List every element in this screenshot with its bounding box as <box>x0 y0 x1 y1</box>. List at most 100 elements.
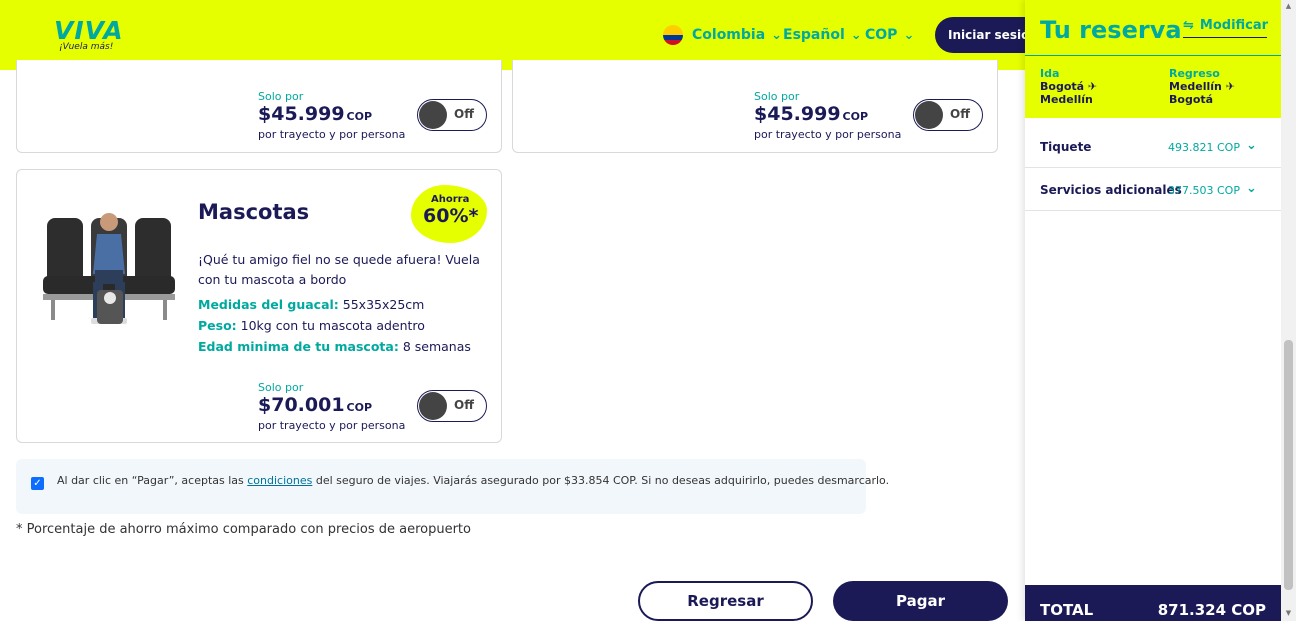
outbound-leg: Ida Bogotá ✈ Medellín <box>1040 67 1097 106</box>
spec-key: Medidas del guacal: <box>198 297 339 312</box>
toggle-knob <box>915 101 943 129</box>
leg-to: Bogotá <box>1169 93 1214 106</box>
price-block: Solo por $45.999 COP por trayecto y por p… <box>754 90 902 142</box>
badge-line2: 60%* <box>423 205 479 227</box>
toggle-knob <box>419 101 447 129</box>
solo-label: Solo por <box>754 90 800 103</box>
page-scrollbar[interactable]: ▲ ▼ <box>1281 0 1296 621</box>
modify-link[interactable]: ⇋ Modificar <box>1183 18 1269 38</box>
colombia-flag-icon <box>663 25 683 45</box>
price-amount: $70.001 <box>258 394 345 416</box>
price-value: $70.001 COP <box>258 394 405 419</box>
consent-text-before: Al dar clic en “Pagar”, aceptas las <box>57 474 244 487</box>
chevron-down-icon: ⌄ <box>903 27 915 43</box>
scroll-up-icon[interactable]: ▲ <box>1284 2 1293 10</box>
leg-label: Regreso <box>1169 67 1220 80</box>
price-amount: $45.999 <box>754 103 841 125</box>
per-label: por trayecto y por persona <box>258 419 406 432</box>
scroll-down-icon[interactable]: ▼ <box>1284 609 1293 617</box>
plane-icon: ✈ <box>1225 80 1235 93</box>
consent-text: Al dar clic en “Pagar”, aceptas las cond… <box>57 474 889 487</box>
price-value: $45.999 COP <box>754 103 901 128</box>
logo-wordmark: VIVA <box>54 16 124 45</box>
conditions-link[interactable]: condiciones <box>247 474 312 487</box>
pets-title: Mascotas <box>198 200 310 224</box>
leg-from: Medellín ✈ <box>1169 80 1235 93</box>
toggle-label: Off <box>454 398 474 412</box>
per-label: por trayecto y por persona <box>258 128 406 141</box>
pets-card: Mascotas Ahorra 60%* ¡Qué tu amigo fiel … <box>16 169 502 443</box>
services-row[interactable]: Servicios adicionales 377.503 COP ⌄ <box>1025 169 1281 211</box>
solo-label: Solo por <box>258 381 304 394</box>
leg-from-city: Bogotá <box>1040 80 1085 93</box>
service-card-top-left: Solo por $45.999 COP por trayecto y por p… <box>16 60 502 153</box>
per-label: por trayecto y por persona <box>754 128 902 141</box>
chevron-down-icon: ⌄ <box>1246 181 1257 196</box>
total-value: 871.324 COP <box>1157 601 1266 619</box>
pay-button[interactable]: Pagar <box>833 581 1008 621</box>
price-value: $45.999 COP <box>258 103 405 128</box>
total-label: TOTAL <box>1040 601 1094 619</box>
service-toggle[interactable]: Off <box>417 99 487 131</box>
language-selector[interactable]: Español ⌄ <box>783 24 862 46</box>
toggle-label: Off <box>454 107 474 121</box>
language-label: Español <box>783 27 845 43</box>
summary-title: Tu reserva <box>1040 16 1182 44</box>
ticket-label: Tiquete <box>1040 140 1092 154</box>
leg-label: Ida <box>1040 67 1060 80</box>
leg-from: Bogotá ✈ <box>1040 80 1097 93</box>
toggle-knob <box>419 392 447 420</box>
price-block: Solo por $70.001 COP por trayecto y por p… <box>258 381 406 433</box>
chevron-down-icon: ⌄ <box>771 27 783 43</box>
chevron-down-icon: ⌄ <box>1246 138 1257 153</box>
services-label: Servicios adicionales <box>1040 183 1182 197</box>
insurance-checkbox[interactable]: ✓ <box>31 477 44 490</box>
swap-icon: ⇋ <box>1183 18 1194 33</box>
price-currency: COP <box>842 110 869 123</box>
consent-text-after: del seguro de viajes. Viajarás asegurado… <box>315 474 890 487</box>
spec-value: 55x35x25cm <box>342 297 425 312</box>
pets-description: ¡Qué tu amigo fiel no se quede afuera! V… <box>198 252 480 287</box>
summary-divider <box>1025 55 1281 56</box>
savings-footnote: * Porcentaje de ahorro máximo comparado … <box>16 522 471 537</box>
spec-value: 8 semanas <box>402 339 471 354</box>
services-value: 377.503 COP <box>1168 184 1240 197</box>
price-currency: COP <box>346 401 373 414</box>
currency-label: COP <box>865 27 898 43</box>
spec-min-age: Edad minima de tu mascota: 8 semanas <box>198 339 471 354</box>
return-leg: Regreso Medellín ✈ Bogotá <box>1169 67 1235 106</box>
pet-passenger-image <box>43 213 175 324</box>
solo-label: Solo por <box>258 90 304 103</box>
service-toggle[interactable]: Off <box>913 99 983 131</box>
price-currency: COP <box>346 110 373 123</box>
booking-summary-sidebar: Tu reserva ⇋ Modificar Ida Bogotá ✈ Medel… <box>1025 0 1281 621</box>
spec-crate-size: Medidas del guacal: 55x35x25cm <box>198 297 424 312</box>
back-button[interactable]: Regresar <box>638 581 813 621</box>
country-selector[interactable]: Colombia ⌄ <box>663 24 782 46</box>
scroll-thumb[interactable] <box>1284 340 1293 590</box>
price-amount: $45.999 <box>258 103 345 125</box>
booking-page: VIVA ¡Vuela más! Colombia ⌄ Español ⌄ CO… <box>0 0 1296 621</box>
plane-icon: ✈ <box>1087 80 1098 93</box>
service-card-top-right: Solo por $45.999 COP por trayecto y por p… <box>512 60 998 153</box>
spec-value: 10kg con tu mascota adentro <box>240 318 425 333</box>
modify-label: Modificar <box>1199 18 1269 33</box>
savings-badge: Ahorra 60%* <box>411 185 487 243</box>
pets-toggle[interactable]: Off <box>417 390 487 422</box>
leg-to: Medellín <box>1040 93 1093 106</box>
total-bar: TOTAL 871.324 COP <box>1025 585 1281 621</box>
spec-key: Peso: <box>198 318 237 333</box>
chevron-down-icon: ⌄ <box>850 27 862 43</box>
toggle-label: Off <box>950 107 970 121</box>
spec-weight: Peso: 10kg con tu mascota adentro <box>198 318 425 333</box>
login-button[interactable]: Iniciar sesión <box>935 17 1038 53</box>
country-label: Colombia <box>692 27 766 43</box>
viva-logo[interactable]: VIVA ¡Vuela más! <box>54 18 124 56</box>
summary-header: Tu reserva ⇋ Modificar Ida Bogotá ✈ Medel… <box>1025 0 1281 118</box>
currency-selector[interactable]: COP ⌄ <box>865 24 914 46</box>
leg-from-city: Medellín <box>1169 80 1222 93</box>
ticket-row[interactable]: Tiquete 493.821 COP ⌄ <box>1025 126 1281 168</box>
insurance-consent: ✓ Al dar clic en “Pagar”, aceptas las co… <box>16 459 889 514</box>
price-block: Solo por $45.999 COP por trayecto y por p… <box>258 90 406 142</box>
ticket-value: 493.821 COP <box>1168 141 1240 154</box>
